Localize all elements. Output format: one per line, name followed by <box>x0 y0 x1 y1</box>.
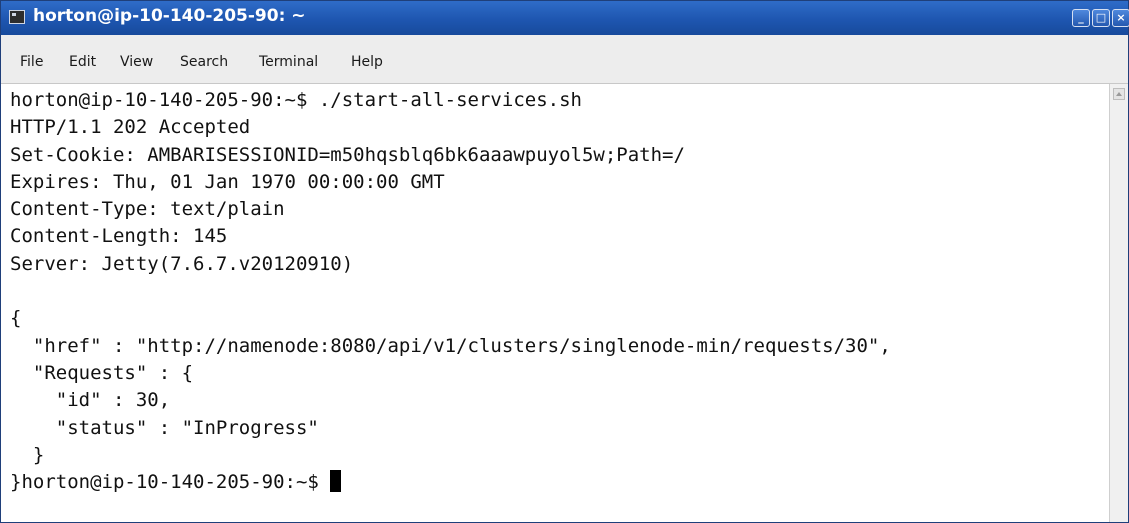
title-bar[interactable]: horton@ip-10-140-205-90: ~ _ □ × <box>1 1 1129 35</box>
menu-file[interactable]: File <box>20 54 43 70</box>
maximize-button[interactable]: □ <box>1092 9 1110 27</box>
terminal-line: Set-Cookie: AMBARISESSIONID=m50hqsblq6bk… <box>10 143 685 166</box>
terminal-line: "Requests" : { <box>10 361 194 384</box>
terminal-text: horton@ip-10-140-205-90:~$ ./start-all-s… <box>10 87 891 496</box>
terminal-line: horton@ip-10-140-205-90:~$ ./start-all-s… <box>10 89 582 111</box>
terminal-line: "id" : 30, <box>10 389 171 412</box>
terminal-window: horton@ip-10-140-205-90: ~ _ □ × File Ed… <box>0 0 1129 523</box>
scroll-up-arrow-icon[interactable] <box>1113 88 1125 100</box>
terminal-line: "status" : "InProgress" <box>10 416 319 439</box>
menu-help[interactable]: Help <box>351 54 383 70</box>
terminal-line: } <box>10 443 45 466</box>
terminal-line: Expires: Thu, 01 Jan 1970 00:00:00 GMT <box>10 170 445 193</box>
menu-edit[interactable]: Edit <box>69 54 96 70</box>
vertical-scrollbar[interactable] <box>1109 84 1128 522</box>
terminal-line: "href" : "http://namenode:8080/api/v1/cl… <box>10 334 891 357</box>
terminal-app-icon[interactable] <box>9 10 25 24</box>
terminal-line: Content-Type: text/plain <box>10 198 285 221</box>
menu-search[interactable]: Search <box>180 54 228 70</box>
minimize-button[interactable]: _ <box>1072 9 1090 27</box>
terminal-prompt: }horton@ip-10-140-205-90:~$ <box>10 471 331 494</box>
terminal-output-area[interactable]: horton@ip-10-140-205-90:~$ ./start-all-s… <box>1 84 1109 522</box>
terminal-line: { <box>10 307 22 330</box>
menu-bar: File Edit View Search Terminal Help <box>1 35 1128 84</box>
terminal-line: Content-Length: 145 <box>10 225 228 248</box>
terminal-line: HTTP/1.1 202 Accepted <box>10 116 251 139</box>
close-button[interactable]: × <box>1112 9 1129 27</box>
text-cursor-block <box>330 470 342 493</box>
window-title: horton@ip-10-140-205-90: ~ <box>33 6 306 26</box>
terminal-line: Server: Jetty(7.6.7.v20120910) <box>10 252 354 275</box>
menu-view[interactable]: View <box>120 54 153 70</box>
menu-terminal[interactable]: Terminal <box>259 54 318 70</box>
